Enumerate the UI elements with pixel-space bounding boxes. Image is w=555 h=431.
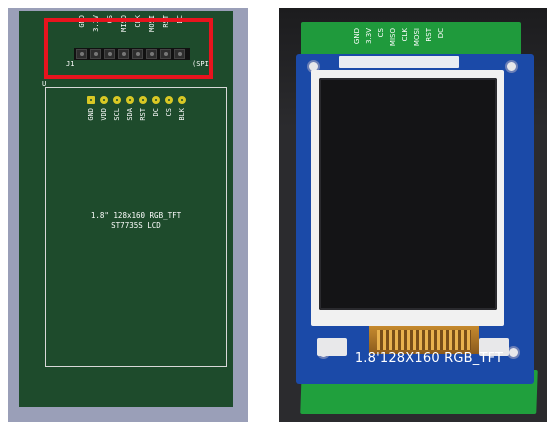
lcd-pin-label-5: RST — [139, 108, 147, 121]
lcd-pin-pad — [152, 96, 160, 104]
lcd-pin-pad — [165, 96, 173, 104]
photo-header-label-4: MISO — [389, 28, 397, 47]
lcd-screen — [319, 78, 497, 310]
lcd-pin-label-6: DC — [152, 108, 160, 117]
photo-header-label-7: RST — [425, 28, 433, 42]
lcd-pin-pad — [126, 96, 134, 104]
lcd-title-line-1: 1.8" 128x160 RGB_TFT — [90, 211, 182, 220]
lcd-footprint-title: 1.8" 128x160 RGB_TFT ST7735S LCD — [45, 211, 227, 231]
mount-hole — [505, 60, 518, 73]
lcd-pin-pad — [178, 96, 186, 104]
lcd-pin-pad — [87, 96, 95, 104]
lcd-pin-label-7: CS — [165, 108, 173, 117]
photo-header-label-2: 3.3V — [365, 28, 373, 44]
pcb-cad-render: GND 3.3V CS MISO CLK MOSI RST DC J1 (SPI… — [8, 8, 248, 422]
lcd-pin-label-1: GND — [87, 108, 95, 121]
green-carrier-top — [301, 22, 521, 58]
module-photo: GND 3.3V CS MISO CLK MOSI RST DC 1.8'128… — [279, 8, 547, 422]
photo-header-label-8: DC — [437, 28, 445, 39]
lcd-pin-label-2: VDD — [100, 108, 108, 121]
photo-header-label-5: CLK — [401, 28, 409, 42]
lcd-pin-label-3: SCL — [113, 108, 121, 121]
lcd-pin-pad — [100, 96, 108, 104]
photo-header-label-6: MOSI — [413, 28, 421, 47]
board-model-label: 1.8'128X160 RGB_TFT — [354, 351, 504, 366]
photo-header-label-3: CS — [377, 28, 385, 38]
photo-header-label-1: GND — [353, 28, 361, 45]
photo-pin-header — [339, 56, 459, 68]
lcd-pin-label-4: SDA — [126, 108, 134, 121]
lcd-pin-pad — [113, 96, 121, 104]
lcd-title-line-2: ST7735S LCD — [111, 221, 161, 230]
flex-cable-traces — [377, 330, 471, 350]
lcd-pin-label-8: BLK — [178, 108, 186, 121]
spi-header-highlight-box — [44, 18, 213, 79]
lcd-pin-pad — [139, 96, 147, 104]
